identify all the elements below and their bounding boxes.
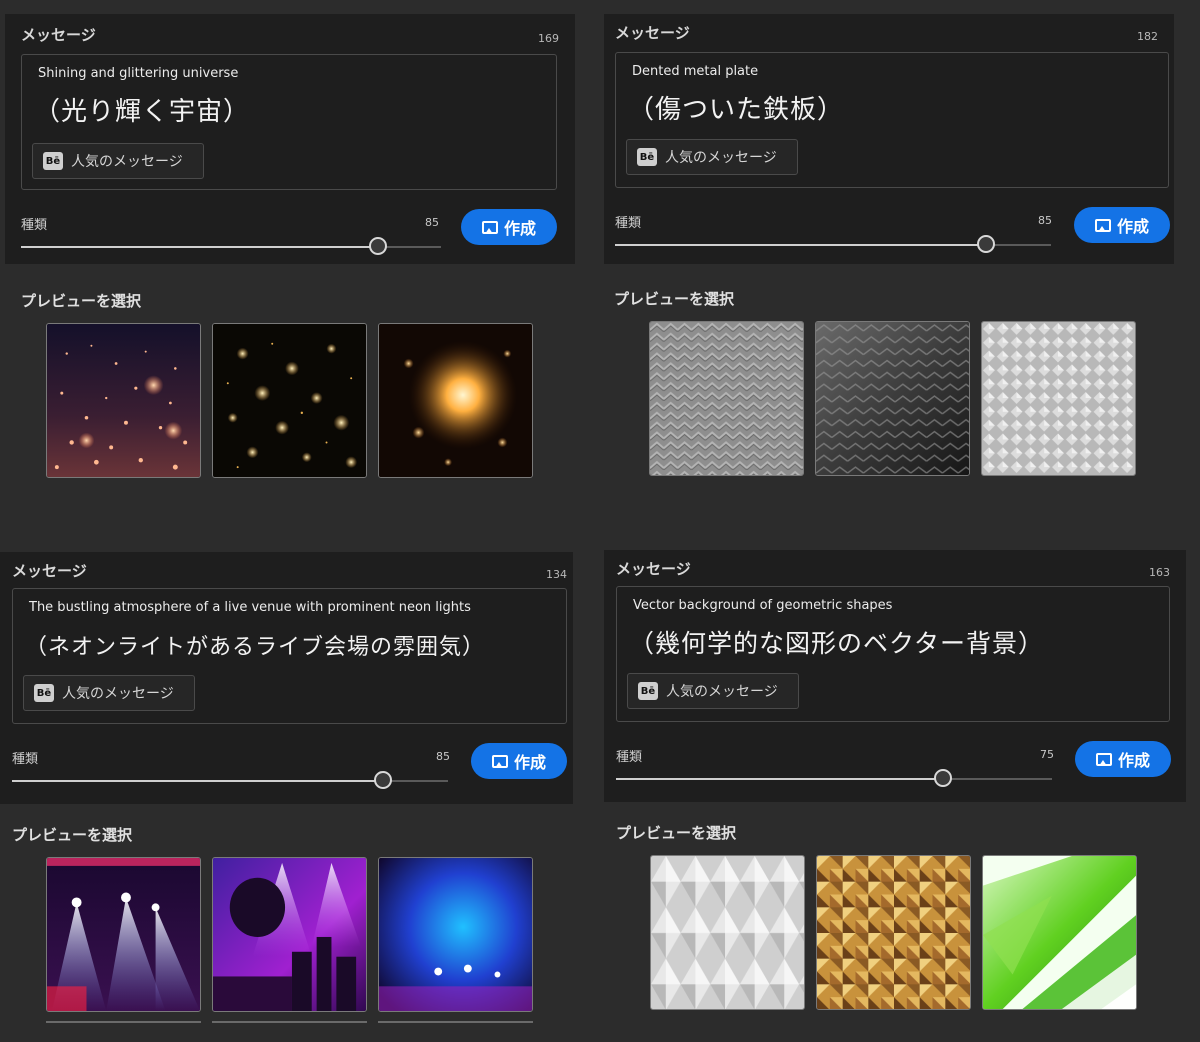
prompt-text-en: Vector background of geometric shapes [633,598,893,613]
popular-messages-button[interactable]: Bē 人気のメッセージ [32,143,204,179]
slider-fill [615,244,986,246]
slider-fill [21,246,378,248]
popular-messages-label: 人気のメッセージ [62,686,174,702]
metal-preview-3 [982,322,1135,475]
preview-thumb-3[interactable] [982,855,1137,1010]
preview-thumb-2[interactable] [212,323,367,478]
prompt-panel-neon: メッセージ 134 The bustling atmosphere of a l… [0,552,573,804]
preview-title: プレビューを選択 [12,826,133,844]
slider-thumb[interactable] [934,769,952,787]
divider [46,1021,201,1023]
create-label: 作成 [1117,751,1150,770]
preview-thumb-1[interactable] [46,857,201,1012]
type-label: 種類 [615,216,642,231]
preview-thumb-2[interactable] [815,321,970,476]
char-count: 163 [1149,566,1170,579]
slider-thumb[interactable] [369,237,387,255]
neon-preview-2 [213,858,366,1011]
prompt-text-ja: （ネオンライトがあるライブ会場の雰囲気） [25,635,486,660]
preview-title: プレビューを選択 [21,292,142,310]
metal-preview-1 [650,322,803,475]
message-label: メッセージ [12,562,87,580]
universe-preview-3 [379,324,532,477]
behance-icon: Bē [638,682,658,700]
slider-thumb[interactable] [373,771,392,789]
char-count: 182 [1137,30,1158,43]
type-value: 85 [425,216,439,229]
type-value: 75 [1040,748,1054,761]
message-input[interactable]: Shining and glittering universe （光り輝く宇宙）… [21,54,557,190]
popular-messages-button[interactable]: Bē 人気のメッセージ [626,139,798,175]
prompt-panel-metal: メッセージ 182 Dented metal plate （傷ついた鉄板） Bē… [604,14,1174,264]
neon-preview-1 [47,858,200,1011]
behance-icon: Bē [637,148,657,166]
image-icon [1095,752,1112,766]
slider-thumb[interactable] [976,235,995,253]
create-button[interactable]: 作成 [1074,207,1170,243]
neon-preview-3 [379,858,532,1011]
preview-thumb-3[interactable] [378,857,533,1012]
type-label: 種類 [616,750,643,765]
popular-messages-label: 人気のメッセージ [665,150,777,166]
char-count: 134 [546,568,567,581]
prompt-text-en: Dented metal plate [632,64,759,79]
metal-preview-2 [816,322,969,475]
type-slider[interactable] [12,771,448,789]
geometric-preview-1 [651,856,804,1009]
type-value: 85 [436,750,450,763]
preview-thumb-3[interactable] [981,321,1136,476]
universe-preview-1 [47,324,200,477]
slider-fill [12,780,383,782]
popular-messages-label: 人気のメッセージ [71,154,183,170]
image-icon [491,754,508,768]
message-input[interactable]: Vector background of geometric shapes （幾… [616,586,1170,722]
preview-thumb-3[interactable] [378,323,533,478]
create-button[interactable]: 作成 [1075,741,1171,777]
message-label: メッセージ [616,560,691,578]
preview-title: プレビューを選択 [616,824,737,842]
prompt-panel-universe: メッセージ 169 Shining and glittering univers… [5,14,575,264]
slider-fill [616,778,943,780]
type-value: 85 [1038,214,1052,227]
popular-messages-label: 人気のメッセージ [666,684,778,700]
popular-messages-button[interactable]: Bē 人気のメッセージ [23,675,195,711]
prompt-text-ja: （光り輝く宇宙） [34,97,251,127]
image-icon [481,220,498,234]
popular-messages-button[interactable]: Bē 人気のメッセージ [627,673,799,709]
preview-thumb-1[interactable] [650,855,805,1010]
prompt-text-en: Shining and glittering universe [38,66,239,81]
prompt-text-ja: （傷ついた鉄板） [628,95,845,125]
create-button[interactable]: 作成 [471,743,567,779]
behance-icon: Bē [34,684,54,702]
preview-thumb-1[interactable] [649,321,804,476]
type-label: 種類 [12,752,39,767]
prompt-text-en: The bustling atmosphere of a live venue … [29,600,471,615]
prompt-panel-geometric: メッセージ 163 Vector background of geometric… [604,550,1186,802]
divider [212,1021,367,1023]
message-input[interactable]: The bustling atmosphere of a live venue … [12,588,567,724]
behance-icon: Bē [43,152,63,170]
preview-thumb-1[interactable] [46,323,201,478]
divider [378,1021,533,1023]
geometric-preview-3 [983,856,1136,1009]
message-label: メッセージ [615,24,690,42]
char-count: 169 [538,32,559,45]
preview-thumb-2[interactable] [816,855,971,1010]
type-slider[interactable] [21,237,441,255]
create-label: 作成 [513,753,546,772]
preview-title: プレビューを選択 [614,290,735,308]
type-slider[interactable] [615,235,1051,253]
create-button[interactable]: 作成 [461,209,557,245]
create-label: 作成 [1116,217,1149,236]
geometric-preview-2 [817,856,970,1009]
message-label: メッセージ [21,26,96,44]
preview-thumb-2[interactable] [212,857,367,1012]
message-input[interactable]: Dented metal plate （傷ついた鉄板） Bē 人気のメッセージ [615,52,1169,188]
prompt-text-ja: （幾何学的な図形のベクター背景） [629,629,1045,658]
type-slider[interactable] [616,769,1052,787]
universe-preview-2 [213,324,366,477]
image-icon [1094,218,1111,232]
type-label: 種類 [21,218,48,233]
create-label: 作成 [503,219,536,238]
